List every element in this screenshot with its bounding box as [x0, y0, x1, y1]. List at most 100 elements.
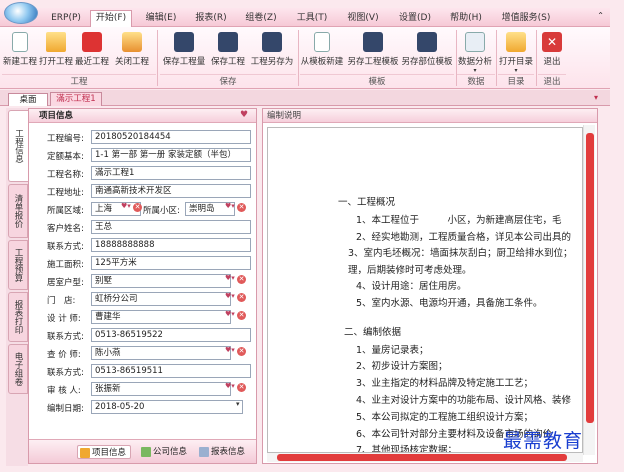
dropdown-icon: ▾	[514, 67, 518, 74]
vtab-budget[interactable]: 工程预算	[8, 240, 28, 290]
project-no-input[interactable]: 20180520184454	[91, 130, 251, 144]
vtab-label: 工程预算	[13, 248, 23, 282]
group-label-exit: 退出	[538, 74, 566, 87]
field-label: 施工面积:	[47, 260, 84, 270]
save-part-template-button[interactable]: 另存部位模板	[400, 29, 454, 71]
tab-project[interactable]: 滿示工程1	[50, 92, 102, 106]
area-input[interactable]: 125平方米	[91, 256, 251, 270]
heart-dropdown-icon[interactable]: ♥▾	[121, 202, 131, 210]
auditor-contact-input[interactable]: 0513-86519511	[91, 364, 251, 378]
clear-icon[interactable]: ✕	[237, 311, 246, 320]
menu-report[interactable]: 报表(R)	[192, 11, 230, 25]
group-separator	[496, 30, 497, 86]
vtab-project-info[interactable]: 工程信息	[8, 110, 28, 182]
ribbon-collapse-icon[interactable]: ⌃	[597, 11, 604, 20]
vtab-bill-quote[interactable]: 清单报价	[8, 184, 28, 238]
save-project-button[interactable]: 保存工程	[208, 29, 248, 71]
description-panel: 编制说明 一、工程概况 1、本工程位于 小区，为新建高层住宅，毛 2、经实地勘测…	[262, 108, 598, 464]
description-editor[interactable]: 一、工程概况 1、本工程位于 小区，为新建高层住宅，毛 2、经实地勘测，工程质量…	[267, 127, 583, 453]
save-part-icon	[417, 32, 437, 52]
doc-line: 4、设计用途：居住用房。	[356, 281, 467, 292]
save-as-button[interactable]: 工程另存为	[248, 29, 296, 71]
menu-edit[interactable]: 编辑(E)	[142, 11, 180, 25]
field-customer: 客户姓名: 王总	[29, 219, 256, 236]
menu-help[interactable]: 帮助(H)	[447, 11, 485, 25]
save-project-label: 保存工程	[210, 57, 245, 67]
group-label-save: 保存	[160, 74, 296, 87]
tab-desktop[interactable]: 桌面	[8, 93, 48, 106]
vtab-report-print[interactable]: 报表打印	[8, 292, 28, 342]
new-from-template-button[interactable]: 从模板新建	[300, 29, 344, 71]
analysis-chart-icon	[465, 32, 485, 52]
group-separator	[157, 30, 158, 86]
open-directory-label: 打开目录	[498, 57, 533, 67]
menu-start[interactable]: 开始(F)	[90, 10, 132, 27]
heart-dropdown-icon[interactable]: ♥▾	[225, 202, 235, 210]
clear-icon[interactable]: ✕	[237, 347, 246, 356]
clear-icon[interactable]: ✕	[237, 293, 246, 302]
vertical-scroll-thumb[interactable]	[586, 133, 594, 423]
horizontal-scroll-thumb[interactable]	[277, 454, 567, 461]
store-select[interactable]: 虹桥分公司	[91, 292, 231, 306]
menu-view[interactable]: 视图(V)	[344, 11, 382, 25]
menu-volume[interactable]: 组卷(Z)	[242, 11, 280, 25]
watermark-logo: 最需教育	[503, 430, 584, 452]
save-project-template-button[interactable]: 另存工程模板	[346, 29, 400, 71]
field-designer: 设 计 师: 曹建华 ♥▾ ✕	[29, 309, 256, 326]
doc-line: 3、业主指定的材料品牌及特定施工工艺；	[356, 378, 534, 389]
ribbon: 新建工程 打开工程 最近工程 关闭工程 保存工程量 保存工程 工程另存为 从模板…	[0, 27, 610, 89]
app-logo-icon[interactable]	[4, 2, 38, 24]
heart-dropdown-icon[interactable]: ♥▾	[225, 346, 235, 354]
open-directory-button[interactable]: 打开目录 ▾	[498, 29, 534, 74]
save-as-label: 工程另存为	[250, 57, 294, 67]
quota-input[interactable]: 1-1 第一部 第一册 家装定额（半包）	[91, 148, 251, 162]
field-label: 联系方式:	[47, 368, 84, 378]
designer-contact-input[interactable]: 0513-86519522	[91, 328, 251, 342]
menu-value-added[interactable]: 增值服务(S)	[498, 11, 554, 25]
vtab-e-volume[interactable]: 电子组卷	[8, 344, 28, 394]
address-input[interactable]: 南通高新技术开发区	[91, 184, 251, 198]
bottom-tab-project-info[interactable]: 项目信息	[77, 445, 132, 459]
date-picker[interactable]: 2018-05-20	[91, 400, 243, 414]
open-project-button[interactable]: 打开工程	[38, 29, 74, 71]
recent-project-button[interactable]: 最近工程	[74, 29, 110, 71]
document-tab-row: 桌面 滿示工程1 ▾	[0, 90, 610, 106]
designer-select[interactable]: 曹建华	[91, 310, 231, 324]
new-file-icon	[12, 32, 28, 52]
heart-icon[interactable]: ♥	[240, 111, 250, 120]
chevron-down-icon[interactable]: ▾	[236, 400, 240, 408]
save-quantity-button[interactable]: 保存工程量	[160, 29, 208, 71]
contact-input[interactable]: 18888888888	[91, 238, 251, 252]
bottom-tab-report-info[interactable]: 报表信息	[197, 445, 245, 459]
menu-settings[interactable]: 设置(D)	[396, 11, 434, 25]
vertical-scrollbar[interactable]	[583, 125, 595, 455]
exit-button[interactable]: ✕ 退出	[538, 29, 566, 71]
house-type-select[interactable]: 别墅	[91, 274, 231, 288]
clear-icon[interactable]: ✕	[237, 203, 246, 212]
reviewer-select[interactable]: 张振新	[91, 382, 231, 396]
doc-line: 1、量房记录表；	[356, 345, 429, 356]
data-analysis-button[interactable]: 数据分析 ▾	[457, 29, 493, 74]
vtab-label: 报表打印	[13, 300, 23, 334]
field-address: 工程地址: 南通高新技术开发区	[29, 183, 256, 200]
clear-icon[interactable]: ✕	[237, 275, 246, 284]
heart-dropdown-icon[interactable]: ♥▾	[225, 310, 235, 318]
close-project-button[interactable]: 关闭工程	[112, 29, 152, 71]
heart-dropdown-icon[interactable]: ♥▾	[225, 382, 235, 390]
clear-icon[interactable]: ✕	[133, 203, 142, 212]
customer-input[interactable]: 王总	[91, 220, 251, 234]
heart-dropdown-icon[interactable]: ♥▾	[225, 292, 235, 300]
doc-line: 一、工程概况	[338, 197, 396, 208]
clear-icon[interactable]: ✕	[237, 383, 246, 392]
panel-header: 项目信息 ♥	[29, 109, 256, 123]
save-project-template-label: 另存工程模板	[347, 57, 399, 67]
new-project-button[interactable]: 新建工程	[2, 29, 38, 71]
tab-dropdown-icon[interactable]: ▾	[594, 93, 598, 102]
project-name-input[interactable]: 滿示工程1	[91, 166, 251, 180]
menu-tools[interactable]: 工具(T)	[293, 11, 331, 25]
auditor-select[interactable]: 陈小燕	[91, 346, 231, 360]
horizontal-scrollbar[interactable]	[267, 453, 583, 462]
heart-dropdown-icon[interactable]: ♥▾	[225, 274, 235, 282]
menu-erp[interactable]: ERP(P)	[48, 11, 84, 25]
bottom-tab-company-info[interactable]: 公司信息	[139, 445, 187, 459]
